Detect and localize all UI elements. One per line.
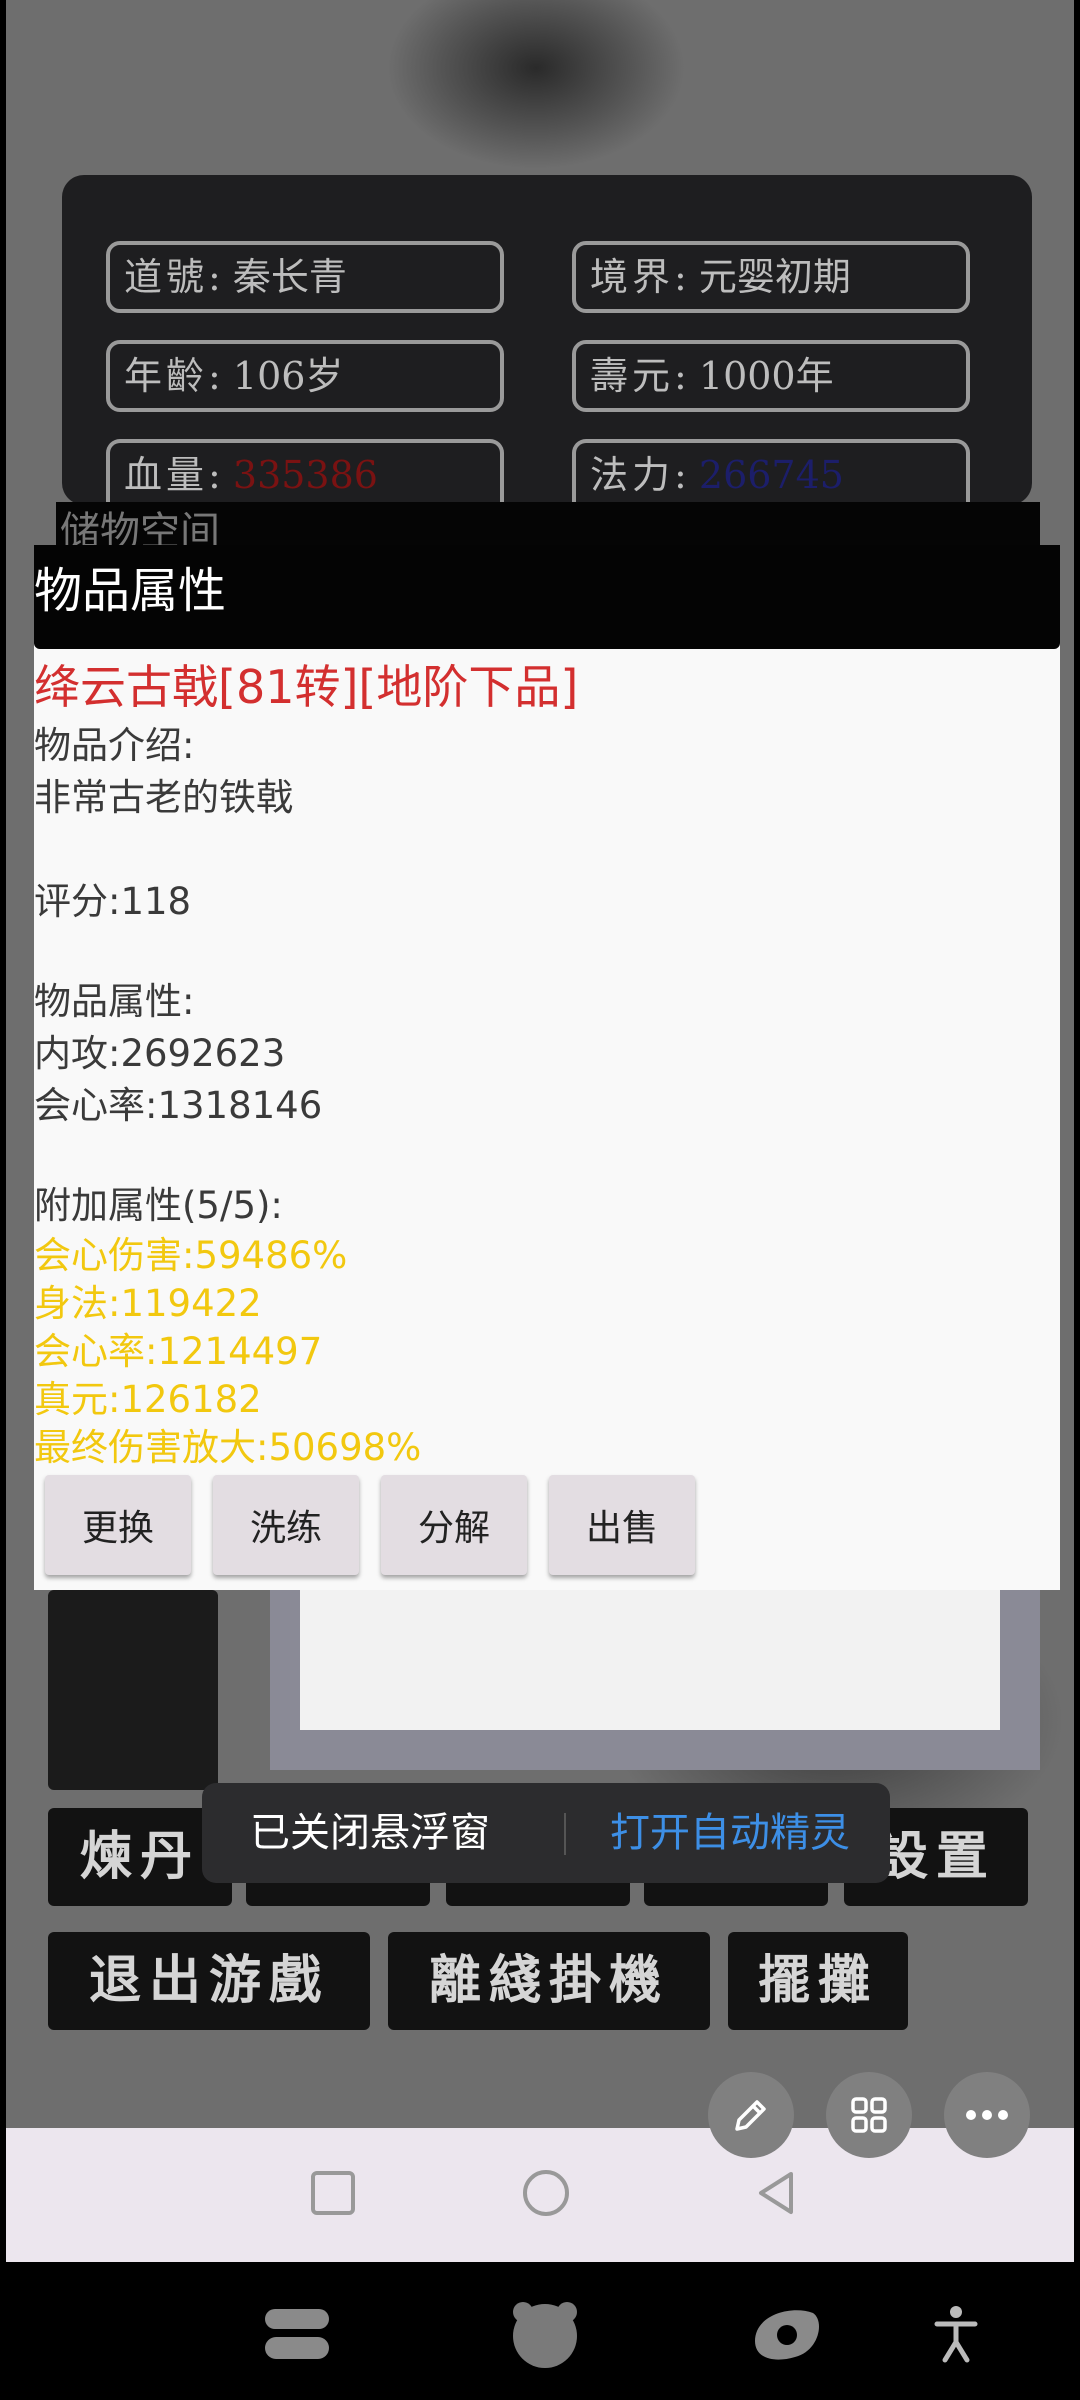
more-options-fab[interactable] (944, 2072, 1030, 2158)
decompose-button[interactable]: 分解 (381, 1475, 527, 1575)
extra-attributes-label: 附加属性(5/5): (34, 1184, 283, 1227)
edit-fab[interactable] (708, 2072, 794, 2158)
app-icon-2 (513, 2302, 577, 2368)
stat-lifespan: 壽元: 1000年 (572, 340, 970, 412)
floating-window-toast: 已关闭悬浮窗 打开自动精灵 (202, 1783, 890, 1883)
stall-button[interactable]: 擺攤 (728, 1932, 908, 2030)
stat-label: 年齡 (124, 354, 209, 398)
home-icon (523, 2170, 569, 2216)
attribute-line: 内攻:2692623 (34, 1032, 286, 1075)
stat-value: 1000年 (698, 354, 834, 398)
stat-hp: 血量: 335386 (106, 439, 504, 505)
recents-button[interactable] (298, 2158, 368, 2228)
dock-app-2[interactable] (500, 2296, 590, 2372)
stat-value: 元婴初期 (698, 255, 851, 299)
app-icon-1 (265, 2309, 329, 2359)
item-score: 评分:118 (34, 880, 192, 923)
accessibility-icon (934, 2306, 978, 2363)
grid-icon (851, 2097, 887, 2133)
stat-label: 法力 (590, 453, 675, 497)
toast-divider (564, 1813, 566, 1855)
intro-text: 非常古老的铁戟 (34, 776, 293, 819)
sell-button[interactable]: 出售 (549, 1475, 695, 1575)
stat-label: 境界 (590, 255, 675, 299)
offline-idle-button[interactable]: 離綫掛機 (388, 1932, 710, 2030)
intro-label: 物品介绍: (34, 724, 195, 767)
back-button[interactable] (741, 2158, 811, 2228)
item-name: 绛云古戟[81转][地阶下品] (34, 660, 579, 714)
stat-label: 壽元 (590, 354, 675, 398)
stat-label: 血量 (124, 453, 209, 497)
hidden-menu-button (48, 1590, 218, 1790)
dock-app-3[interactable] (744, 2296, 830, 2372)
attribute-line: 会心率:1318146 (34, 1084, 323, 1127)
stat-age: 年齡: 106岁 (106, 340, 504, 412)
app-icon-3 (755, 2310, 819, 2360)
back-icon (759, 2172, 793, 2214)
system-navigation-bar (6, 2128, 1074, 2262)
character-stats-panel: 道號: 秦长青 境界: 元婴初期 年齡: 106岁 壽元: 1000年 血量: … (62, 175, 1032, 505)
dock-accessibility[interactable] (926, 2296, 986, 2372)
exit-game-button[interactable]: 退出游戲 (48, 1932, 370, 2030)
item-properties-dialog: 物品属性 绛云古戟[81转][地阶下品] 物品介绍: 非常古老的铁戟 评分:11… (34, 545, 1060, 1590)
open-auto-sprite-link[interactable]: 打开自动精灵 (610, 1783, 850, 1883)
more-icon (966, 2110, 1008, 2120)
apps-grid-fab[interactable] (826, 2072, 912, 2158)
toast-message: 已关闭悬浮窗 (250, 1810, 490, 1856)
extra-attribute-line: 会心伤害:59486% (34, 1234, 348, 1277)
pencil-icon (735, 2100, 766, 2131)
stat-label: 道號 (124, 255, 209, 299)
dock-app-1[interactable] (254, 2296, 340, 2372)
ink-painting-decoration (386, 0, 686, 170)
dialog-title: 物品属性 (34, 563, 227, 619)
extra-attribute-line: 真元:126182 (34, 1378, 262, 1421)
replace-button[interactable]: 更换 (45, 1475, 191, 1575)
stat-value: 秦长青 (232, 255, 347, 299)
stat-value: 335386 (232, 453, 378, 497)
extra-attribute-line: 最终伤害放大:50698% (34, 1426, 422, 1469)
stat-value: 266745 (698, 453, 844, 497)
stat-mp: 法力: 266745 (572, 439, 970, 505)
recents-icon (311, 2171, 355, 2215)
home-button[interactable] (511, 2158, 581, 2228)
extra-attribute-line: 会心率:1214497 (34, 1330, 323, 1373)
stat-realm: 境界: 元婴初期 (572, 241, 970, 313)
stat-value: 106岁 (232, 354, 344, 398)
extra-attribute-line: 身法:119422 (34, 1282, 262, 1325)
stat-name: 道號: 秦长青 (106, 241, 504, 313)
refine-button[interactable]: 洗练 (213, 1475, 359, 1575)
attributes-label: 物品属性: (34, 980, 195, 1023)
dialog-header: 物品属性 (34, 545, 1060, 649)
